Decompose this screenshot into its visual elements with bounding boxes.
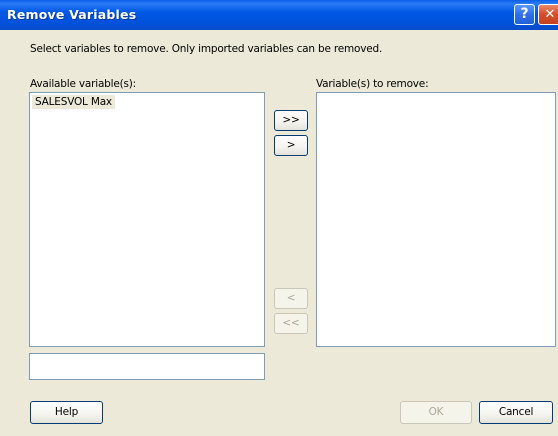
list-item[interactable]: SALESVOL Max [32,95,115,109]
remove-variables-dialog: Remove Variables ? ✕ Select variables to… [0,0,558,436]
window-title: Remove Variables [7,7,137,22]
remove-all-button[interactable]: << [274,313,308,334]
instruction-text: Select variables to remove. Only importe… [30,43,383,55]
add-button[interactable]: > [274,135,308,156]
cancel-button[interactable]: Cancel [479,401,553,424]
remove-button[interactable]: < [274,288,308,309]
title-bar[interactable]: Remove Variables ? ✕ [0,0,558,30]
add-all-button[interactable]: >> [274,110,308,131]
close-icon[interactable]: ✕ [538,4,558,25]
help-button[interactable]: Help [30,401,103,424]
available-variables-list[interactable]: SALESVOL Max [29,92,265,347]
help-icon[interactable]: ? [514,4,535,25]
filter-input[interactable] [29,353,265,380]
variables-to-remove-list[interactable] [316,92,556,347]
variables-to-remove-label: Variable(s) to remove: [316,78,429,90]
available-variables-label: Available variable(s): [30,78,137,90]
ok-button[interactable]: OK [400,401,472,424]
